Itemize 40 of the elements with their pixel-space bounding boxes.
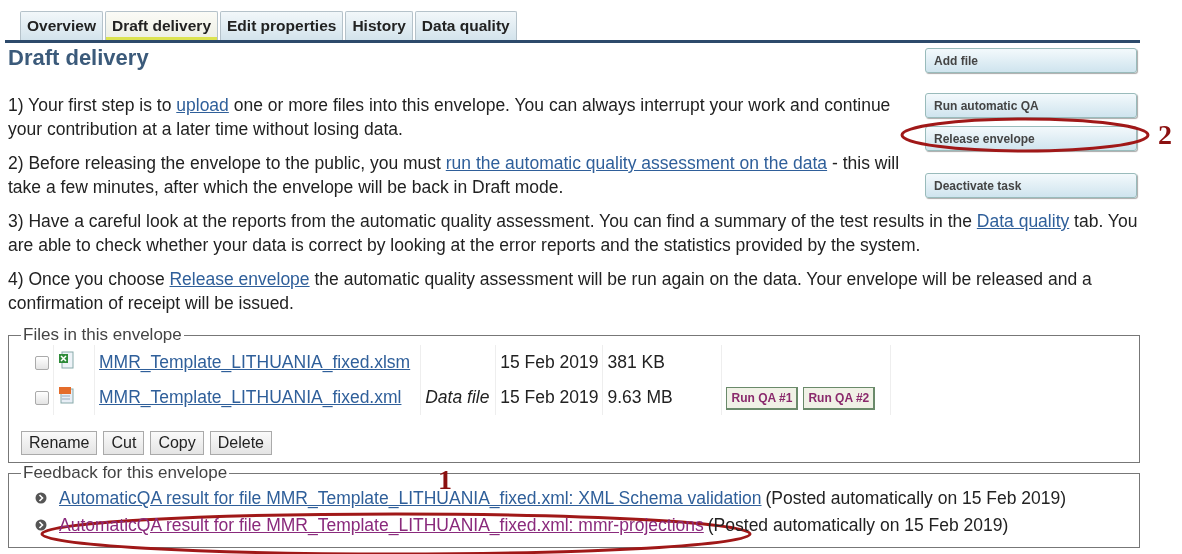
file-type: Data file bbox=[425, 386, 490, 407]
run-qa-button[interactable]: Run QA #1 bbox=[726, 386, 799, 410]
file-link[interactable]: MMR_Template_LITHUANIA_fixed.xlsm bbox=[99, 351, 411, 372]
tab[interactable]: Overview bbox=[20, 11, 103, 40]
file-size: 9.63 MB bbox=[607, 386, 673, 407]
callout-number: 2 bbox=[1158, 121, 1172, 149]
tab[interactable]: History bbox=[345, 11, 413, 40]
instruction-text: 4) Once you choose Release envelope the automatic quality assessment will be run again on the data. Your envelope will be released and a confirmation of receipt will be issued. bbox=[8, 268, 1093, 315]
posted-note: (Posted automatically on 15 Feb 2019) bbox=[765, 487, 1067, 509]
inline-link[interactable]: run the automatic quality assessment on the data bbox=[445, 153, 828, 173]
file-size: 381 KB bbox=[607, 351, 665, 372]
action-button[interactable]: Add file bbox=[925, 48, 1137, 73]
checkbox[interactable] bbox=[35, 390, 49, 405]
file-date: 15 Feb 2019 bbox=[500, 386, 599, 407]
file-date: 15 Feb 2019 bbox=[500, 351, 599, 372]
checkbox[interactable] bbox=[35, 355, 49, 370]
action-button[interactable]: Deactivate task bbox=[925, 173, 1137, 198]
panel-legend: Files in this envelope bbox=[21, 325, 184, 345]
file-action-button[interactable]: Rename bbox=[21, 431, 98, 455]
file-action-button[interactable]: Delete bbox=[209, 431, 272, 455]
spreadsheet-icon bbox=[58, 350, 74, 369]
instruction-text: 2) Before releasing the envelope to the public, you must run the automatic quality assessment on the data - this will take a few minutes, after which the envelope will be back in Draft mode. bbox=[8, 152, 901, 199]
arrow-circle-icon bbox=[35, 519, 47, 531]
arrow-circle-icon bbox=[35, 492, 47, 504]
action-button[interactable]: Run automatic QA bbox=[925, 93, 1137, 118]
tab[interactable]: Draft delivery bbox=[104, 11, 218, 40]
panel-legend: Feedback for this envelope bbox=[21, 463, 230, 483]
inline-link[interactable]: upload bbox=[176, 95, 229, 115]
tab[interactable]: Edit properties bbox=[220, 11, 344, 40]
file-action-button[interactable]: Cut bbox=[103, 431, 145, 455]
tab[interactable]: Data quality bbox=[414, 11, 517, 40]
run-qa-button[interactable]: Run QA #2 bbox=[803, 386, 876, 410]
inline-link[interactable]: Release envelope bbox=[169, 269, 310, 289]
instruction-text: 3) Have a careful look at the reports from the automatic quality assessment. You can find a summary of the test results in the Data quality tab. You are able to check whether your data is correct by looking at the error reports and the statistics provided by the system. bbox=[8, 210, 1139, 257]
instruction-text: 1) Your first step is to upload one or more files into this envelope. You can always interrupt your work and continue your contribution at a later time without losing data. bbox=[8, 94, 892, 141]
xml-file-icon bbox=[58, 385, 74, 404]
file-action-button[interactable]: Copy bbox=[150, 431, 204, 455]
page-title: Draft delivery bbox=[8, 45, 150, 71]
file-link[interactable]: MMR_Template_LITHUANIA_fixed.xml bbox=[99, 386, 402, 407]
inline-link[interactable]: Data quality bbox=[976, 211, 1070, 231]
